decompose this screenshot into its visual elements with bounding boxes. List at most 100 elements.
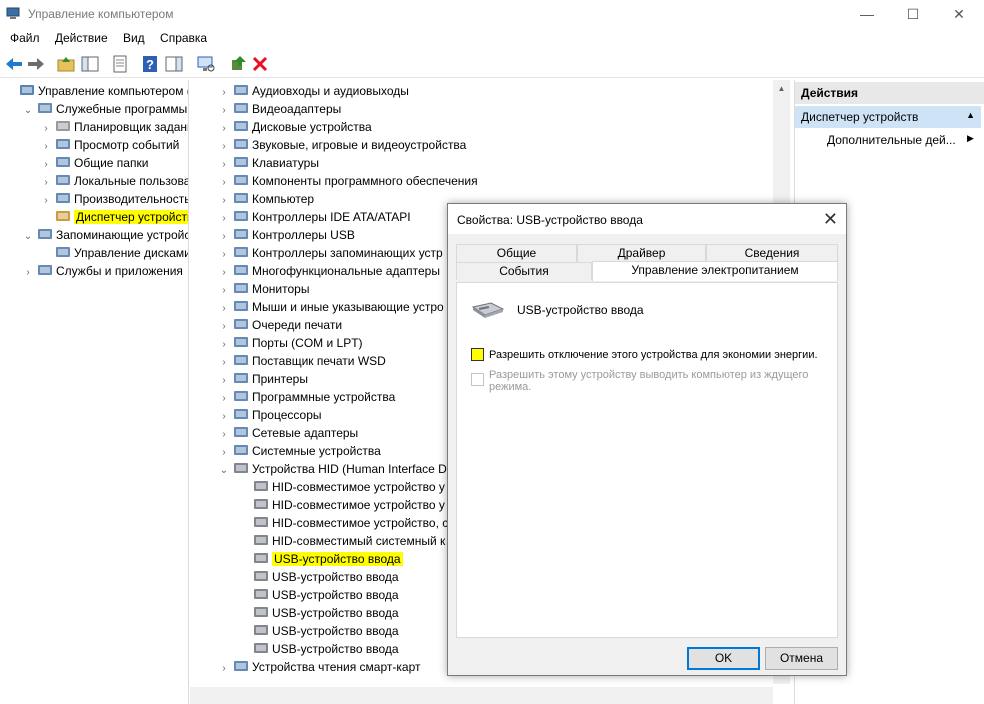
display-adapter-icon <box>233 101 249 115</box>
tree-item-label: Системные устройства <box>252 444 381 458</box>
chevron-down-icon[interactable]: ⌄ <box>218 462 230 480</box>
chevron-right-icon[interactable]: › <box>218 660 230 678</box>
horizontal-scrollbar[interactable] <box>190 687 773 704</box>
device-tree-item[interactable]: › Программные устройства <box>218 388 395 406</box>
device-tree-item[interactable]: › Очереди печати <box>218 316 342 334</box>
device-tree-item[interactable]: › Системные устройства <box>218 442 381 460</box>
device-tree-item[interactable]: HID-совместимый системный к <box>238 532 445 550</box>
computer-management-icon <box>6 7 20 19</box>
device-tree-item[interactable]: › Видеоадаптеры <box>218 100 341 118</box>
tree-item[interactable]: › Производительность <box>40 190 188 208</box>
tree-item[interactable]: › Просмотр событий <box>40 136 179 154</box>
tree-item[interactable]: ⌄ Запоминающие устройст <box>22 226 188 246</box>
hid-device-icon <box>253 605 269 619</box>
close-button[interactable]: ✕ <box>936 0 982 28</box>
maximize-button[interactable]: ☐ <box>890 0 936 28</box>
device-tree-item[interactable]: › Порты (COM и LPT) <box>218 334 362 352</box>
device-tree-item[interactable]: › Мыши и иные указывающие устро <box>218 298 443 316</box>
device-tree-item[interactable]: HID-совместимое устройство у <box>238 496 445 514</box>
scroll-up-icon[interactable]: ▲ <box>773 80 790 97</box>
tree-item-label: Служебные программы <box>56 102 188 116</box>
tree-item[interactable]: Управление компьютером (л <box>4 82 188 100</box>
menu-view[interactable]: Вид <box>117 28 151 48</box>
tree-item[interactable]: Диспетчер устройств <box>40 208 188 226</box>
properties-icon[interactable] <box>110 54 130 74</box>
device-tree-item[interactable]: › Принтеры <box>218 370 308 388</box>
network-adapter-icon <box>233 425 249 439</box>
ok-button[interactable]: OK <box>687 647 760 670</box>
device-tree-item[interactable]: › Контроллеры запоминающих устр <box>218 244 443 262</box>
tab-driver[interactable]: Драйвер <box>577 244 706 262</box>
device-tree-item[interactable]: › Аудиовходы и аудиовыходы <box>218 82 409 100</box>
show-hide-tree-icon[interactable] <box>80 54 100 74</box>
device-tree-item[interactable]: › Устройства чтения смарт-карт <box>218 658 420 676</box>
allow-power-off-label: Разрешить отключение этого устройства дл… <box>489 349 818 361</box>
update-driver-icon[interactable] <box>228 54 248 74</box>
more-actions-item[interactable]: Дополнительные дей... <box>827 133 956 147</box>
device-tree-item[interactable]: HID-совместимое устройство, с <box>238 514 448 532</box>
back-arrow-icon[interactable] <box>4 54 24 74</box>
collapse-up-icon[interactable]: ▲ <box>966 110 975 120</box>
up-folder-icon[interactable] <box>56 54 76 74</box>
tab-details[interactable]: Сведения <box>706 244 838 262</box>
actions-section-label: Диспетчер устройств <box>801 110 919 124</box>
device-tree-item[interactable]: USB-устройство ввода <box>238 586 399 604</box>
device-tree-item[interactable]: HID-совместимое устройство у <box>238 478 445 496</box>
device-tree-item[interactable]: USB-устройство ввода <box>238 550 403 568</box>
ide-controller-icon <box>233 209 249 223</box>
device-tree-item[interactable]: › Контроллеры IDE ATA/ATAPI <box>218 208 410 226</box>
device-tree-item[interactable]: › Многофункциональные адаптеры <box>218 262 440 280</box>
allow-power-off-checkbox[interactable] <box>471 348 484 361</box>
sound-icon <box>233 137 249 151</box>
device-tree-item[interactable]: › Поставщик печати WSD <box>218 352 386 370</box>
device-tree-item[interactable]: › Мониторы <box>218 280 309 298</box>
cancel-button[interactable]: Отмена <box>765 647 838 670</box>
menu-file[interactable]: Файл <box>4 28 46 48</box>
device-tree-item[interactable]: › Компьютер <box>218 190 314 208</box>
tab-general[interactable]: Общие <box>456 244 577 262</box>
port-icon <box>233 335 249 349</box>
tab-power-management[interactable]: Управление электропитанием <box>592 261 838 281</box>
help-icon[interactable]: ? <box>140 54 160 74</box>
uninstall-device-icon[interactable] <box>250 54 270 74</box>
device-tree-item[interactable]: › Клавиатуры <box>218 154 319 172</box>
menu-help[interactable]: Справка <box>154 28 213 48</box>
tree-item[interactable]: Управление дисками <box>40 244 189 262</box>
actions-section-device-manager[interactable]: Диспетчер устройств ▲ <box>795 106 981 128</box>
scan-hardware-icon[interactable] <box>196 54 216 74</box>
device-tree-item[interactable]: › Сетевые адаптеры <box>218 424 358 442</box>
chevron-right-icon[interactable]: › <box>22 264 34 282</box>
chevron-down-icon[interactable]: ⌄ <box>22 102 34 120</box>
minimize-button[interactable]: — <box>844 0 890 28</box>
chevron-down-icon[interactable]: ⌄ <box>22 228 34 246</box>
forward-arrow-icon[interactable] <box>26 54 46 74</box>
device-tree-item[interactable]: › Компоненты программного обеспечения <box>218 172 477 190</box>
device-tree-item[interactable]: › Контроллеры USB <box>218 226 355 244</box>
menu-action[interactable]: Действие <box>49 28 114 48</box>
software-device-icon <box>233 389 249 403</box>
device-tree-item[interactable]: › Процессоры <box>218 406 321 424</box>
tree-item[interactable]: ›Локальные пользовате <box>40 172 188 190</box>
device-tree-item[interactable]: USB-устройство ввода <box>238 604 399 622</box>
menu-bar: Файл Действие Вид Справка <box>0 28 984 50</box>
tree-item[interactable]: › Службы и приложения <box>22 262 183 280</box>
tree-item-label: Просмотр событий <box>74 138 180 152</box>
tree-item[interactable]: › Общие папки <box>40 154 148 172</box>
dialog-close-button[interactable]: ✕ <box>823 209 838 230</box>
device-tree-item[interactable]: USB-устройство ввода <box>238 568 399 586</box>
allow-wake-checkbox[interactable] <box>471 373 484 386</box>
device-tree-item[interactable]: ⌄ Устройства HID (Human Interface D <box>218 460 447 478</box>
action-pane-icon[interactable] <box>164 54 184 74</box>
device-tree-item[interactable]: › Дисковые устройства <box>218 118 371 136</box>
computer-management-icon <box>19 83 35 97</box>
tree-item-label: Мониторы <box>252 282 310 296</box>
tree-item-label: Управление дисками <box>74 246 189 260</box>
tree-item[interactable]: ⌄ Служебные программы <box>22 100 187 118</box>
device-tree-item[interactable]: USB-устройство ввода <box>238 622 399 640</box>
device-tree-item[interactable]: USB-устройство ввода <box>238 640 399 658</box>
tab-events[interactable]: События <box>456 262 592 280</box>
device-tree-item[interactable]: › Звуковые, игровые и видеоустройства <box>218 136 466 154</box>
wsd-printer-icon <box>233 353 249 367</box>
tree-item-label: Контроллеры запоминающих устр <box>252 246 443 260</box>
tree-item[interactable]: › Планировщик заданий <box>40 118 188 136</box>
